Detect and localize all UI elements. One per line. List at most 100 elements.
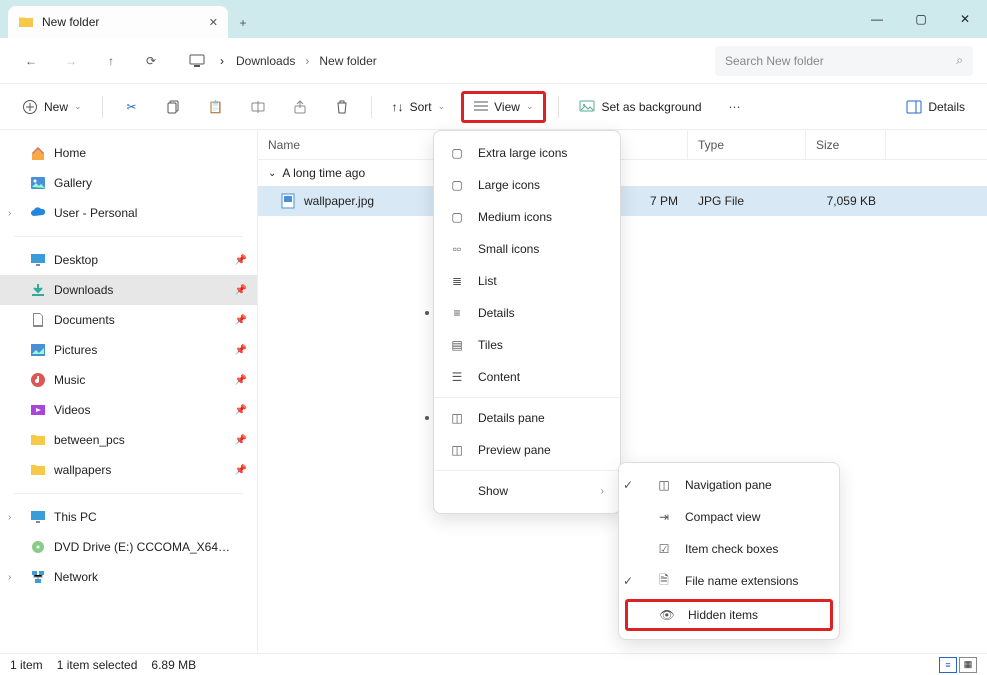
- menu-checkboxes[interactable]: ☑Item check boxes: [641, 533, 839, 565]
- set-background-button[interactable]: Set as background: [571, 91, 709, 123]
- menu-preview-pane[interactable]: ◫Preview pane: [434, 434, 620, 466]
- menu-details-pane[interactable]: ◫Details pane: [434, 402, 620, 434]
- menu-tiles[interactable]: ▤Tiles: [434, 329, 620, 361]
- pin-icon: 📌: [235, 465, 247, 476]
- col-date[interactable]: [618, 130, 688, 159]
- home-icon: [30, 145, 46, 161]
- refresh-button[interactable]: ⟳: [134, 44, 168, 78]
- minimize-button[interactable]: —: [855, 0, 899, 38]
- status-selection: 1 item selected: [57, 658, 138, 672]
- sidebar-item-pictures[interactable]: Pictures📌: [0, 335, 257, 365]
- folder-icon: [18, 14, 34, 30]
- maximize-button[interactable]: ▢: [899, 0, 943, 38]
- pin-icon: 📌: [235, 375, 247, 386]
- back-button[interactable]: ←: [14, 44, 48, 78]
- sidebar-item-desktop[interactable]: Desktop📌: [0, 245, 257, 275]
- close-window-button[interactable]: ✕: [943, 0, 987, 38]
- details-pane-button[interactable]: Details: [898, 91, 973, 123]
- nav-bar: ← → ↑ ⟳ › Downloads › New folder ⌕: [0, 38, 987, 84]
- new-button[interactable]: New ⌄: [14, 91, 90, 123]
- menu-list[interactable]: ≣List: [434, 265, 620, 297]
- share-button[interactable]: [283, 91, 317, 123]
- menu-details[interactable]: ≡Details: [434, 297, 620, 329]
- sort-button[interactable]: ↑↓Sort⌄: [384, 91, 454, 123]
- pin-icon: 📌: [235, 255, 247, 266]
- chevron-icon[interactable]: ›: [8, 572, 11, 583]
- close-tab-icon[interactable]: ✕: [209, 16, 218, 29]
- forward-button[interactable]: →: [54, 44, 88, 78]
- search-box[interactable]: ⌕: [715, 46, 973, 76]
- sidebar-item-videos[interactable]: Videos📌: [0, 395, 257, 425]
- menu-xl-icons[interactable]: ▢Extra large icons: [434, 137, 620, 169]
- pc-icon: [30, 509, 46, 525]
- sidebar-item-home[interactable]: Home: [0, 138, 257, 168]
- pictures-icon: [30, 342, 46, 358]
- sidebar-item-documents[interactable]: Documents📌: [0, 305, 257, 335]
- sidebar-item-wallpapers[interactable]: wallpapers📌: [0, 455, 257, 485]
- sidebar: Home Gallery › User - Personal Desktop📌 …: [0, 130, 258, 653]
- chevron-icon[interactable]: ›: [8, 512, 11, 523]
- menu-nav-pane[interactable]: ✓◫Navigation pane: [641, 469, 839, 501]
- sidebar-item-thispc[interactable]: › This PC: [0, 502, 257, 532]
- search-icon: ⌕: [956, 53, 963, 68]
- copy-button[interactable]: [157, 91, 191, 123]
- titlebar: New folder ✕ + — ▢ ✕: [0, 0, 987, 38]
- menu-show[interactable]: Show›: [434, 475, 620, 507]
- crumb-downloads[interactable]: Downloads: [236, 54, 295, 68]
- file-row[interactable]: wallpaper.jpg 7 PM JPG File 7,059 KB: [258, 186, 987, 216]
- chevron-icon[interactable]: ›: [8, 208, 11, 219]
- crumb-folder[interactable]: New folder: [319, 54, 376, 68]
- group-header[interactable]: ⌄A long time ago: [258, 160, 987, 186]
- onedrive-icon: [30, 205, 46, 221]
- cut-button[interactable]: ✂: [115, 91, 149, 123]
- gallery-icon: [30, 175, 46, 191]
- sidebar-item-user[interactable]: › User - Personal: [0, 198, 257, 228]
- menu-content[interactable]: ☰Content: [434, 361, 620, 393]
- image-file-icon: [280, 193, 296, 209]
- sidebar-item-dvd[interactable]: DVD Drive (E:) CCCOMA_X64FRE_EN: [0, 532, 257, 562]
- icons-view-toggle[interactable]: ▦: [959, 657, 977, 673]
- pin-icon: 📌: [235, 405, 247, 416]
- file-name: wallpaper.jpg: [304, 194, 374, 208]
- paste-button[interactable]: 📋: [199, 91, 233, 123]
- downloads-icon: [30, 282, 46, 298]
- sidebar-item-music[interactable]: Music📌: [0, 365, 257, 395]
- col-type[interactable]: Type: [688, 130, 806, 159]
- search-input[interactable]: [725, 54, 956, 68]
- pin-icon: 📌: [235, 435, 247, 446]
- pin-icon: 📌: [235, 315, 247, 326]
- menu-sm-icons[interactable]: ▫▫Small icons: [434, 233, 620, 265]
- menu-compact[interactable]: ⇥Compact view: [641, 501, 839, 533]
- rename-button[interactable]: [241, 91, 275, 123]
- file-list: Name Type Size ⌄A long time ago wallpape…: [258, 130, 987, 653]
- delete-button[interactable]: [325, 91, 359, 123]
- column-headers[interactable]: Name Type Size: [258, 130, 987, 160]
- tab-title: New folder: [42, 15, 99, 29]
- network-icon: [30, 569, 46, 585]
- sidebar-item-between[interactable]: between_pcs📌: [0, 425, 257, 455]
- status-size: 6.89 MB: [151, 658, 196, 672]
- view-button[interactable]: View⌄: [461, 91, 546, 123]
- breadcrumb[interactable]: Downloads › New folder: [230, 54, 709, 68]
- up-button[interactable]: ↑: [94, 44, 128, 78]
- col-size[interactable]: Size: [806, 130, 886, 159]
- details-view-toggle[interactable]: ≡: [939, 657, 957, 673]
- breadcrumb-sep: ›: [220, 54, 224, 68]
- pin-icon: 📌: [235, 285, 247, 296]
- sidebar-item-network[interactable]: › Network: [0, 562, 257, 592]
- folder-icon: [30, 432, 46, 448]
- pc-icon[interactable]: [180, 44, 214, 78]
- menu-lg-icons[interactable]: ▢Large icons: [434, 169, 620, 201]
- dvd-icon: [30, 539, 46, 555]
- file-type: JPG File: [688, 194, 806, 208]
- videos-icon: [30, 402, 46, 418]
- menu-hidden-items[interactable]: 👁Hidden items: [625, 599, 833, 631]
- sidebar-item-gallery[interactable]: Gallery: [0, 168, 257, 198]
- menu-extensions[interactable]: ✓🗎File name extensions: [641, 565, 839, 597]
- window-tab[interactable]: New folder ✕: [8, 6, 228, 38]
- status-count: 1 item: [10, 658, 43, 672]
- sidebar-item-downloads[interactable]: Downloads📌: [0, 275, 257, 305]
- more-button[interactable]: ⋯: [718, 91, 752, 123]
- menu-md-icons[interactable]: ▢Medium icons: [434, 201, 620, 233]
- new-tab-button[interactable]: +: [228, 8, 258, 38]
